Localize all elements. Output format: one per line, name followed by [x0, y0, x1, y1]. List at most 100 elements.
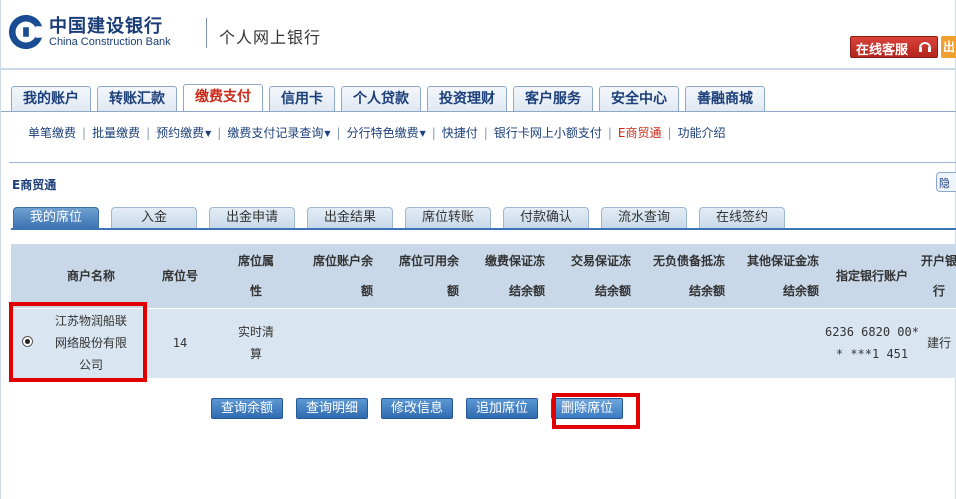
header-payment-margin-line2: 结余额	[508, 283, 545, 298]
subnav-branch-payment-label: 分行特色缴费	[346, 126, 419, 140]
seat-attr-line2: 算	[249, 347, 262, 362]
subnav-separator: |	[431, 125, 436, 140]
header-trade-margin-line2: 结余额	[594, 283, 631, 298]
seat-attr-cell: 实时清 算	[221, 308, 291, 378]
header-other-margin-line1: 其他保证金冻	[746, 253, 819, 268]
seat-no-cell: 14	[139, 308, 221, 378]
payment-margin-cell	[463, 308, 549, 378]
header-payment-margin-line1: 缴费保证冻	[484, 253, 545, 268]
tab-my-account[interactable]: 我的账户	[11, 86, 91, 112]
tab-investment[interactable]: 投资理财	[427, 86, 507, 112]
subnav-single-payment[interactable]: 单笔缴费	[28, 124, 76, 141]
table-header-row: 商户名称 席位号 席位属性 席位账户余额 席位可用余额 缴费保证冻 结余额 交易保…	[11, 244, 956, 309]
header-separator	[1, 68, 956, 70]
tab-transfer[interactable]: 转账汇款	[97, 86, 177, 112]
header-seat-attr: 席位属性	[221, 244, 291, 309]
caret-down-icon: ▼	[419, 129, 426, 138]
subnav-separator: |	[336, 125, 341, 140]
page: 中国建设银行 China Construction Bank 个人网上银行 在线…	[0, 0, 956, 499]
subtab-seat-transfer[interactable]: 席位转账	[405, 207, 491, 228]
subnav-branch-payment[interactable]: 分行特色缴费▼	[347, 124, 426, 141]
header-select	[11, 244, 43, 309]
caret-down-icon: ▼	[205, 129, 212, 138]
subtab-deposit[interactable]: 入金	[111, 207, 197, 228]
tab-shanrong-mall[interactable]: 善融商城	[685, 86, 765, 112]
header-open-bank: 开户银行	[921, 244, 956, 309]
subtab-withdraw-apply[interactable]: 出金申请	[209, 207, 295, 228]
tab-customer-service[interactable]: 客户服务	[513, 86, 593, 112]
query-balance-button[interactable]: 查询余额	[211, 398, 284, 419]
header-available-balance: 席位可用余额	[377, 244, 463, 309]
header-no-debt-margin: 无负债备抵冻结余额	[635, 244, 729, 309]
query-detail-button[interactable]: 查询明细	[296, 398, 369, 419]
subnav-separator: |	[667, 125, 672, 140]
sub-nav-separator	[9, 162, 956, 163]
subnav-payment-records-label: 缴费支付记录查询	[227, 126, 324, 140]
bank-account-line2: * ***1 451	[835, 347, 909, 362]
seat-attr-line1: 实时清	[237, 325, 274, 340]
seats-table: 商户名称 席位号 席位属性 席位账户余额 席位可用余额 缴费保证冻 结余额 交易保…	[11, 244, 956, 378]
seat-balance-cell	[291, 308, 377, 378]
caret-down-icon: ▼	[324, 129, 331, 138]
header-trade-margin-line1: 交易保证冻	[570, 253, 631, 268]
headset-icon	[919, 42, 931, 52]
header-seat-balance: 席位账户余额	[291, 244, 377, 309]
subnav-batch-payment[interactable]: 批量缴费	[92, 124, 140, 141]
row-highlight-box	[9, 302, 147, 382]
subtab-flow-query[interactable]: 流水查询	[601, 207, 687, 228]
header-seat-balance-line2: 额	[360, 283, 373, 298]
table-row[interactable]: 江苏物润船联 网络股份有限 公司 14 实时清 算 6236 6820 00* …	[11, 308, 956, 378]
subnav-scheduled-payment-label: 预约缴费	[156, 126, 205, 140]
add-seat-button[interactable]: 追加席位	[466, 398, 539, 419]
header-merchant: 商户名称	[43, 244, 139, 309]
open-bank-cell: 建行	[921, 308, 956, 378]
tab-security-center[interactable]: 安全中心	[599, 86, 679, 112]
main-nav: 我的账户 转账汇款 缴费支付 信用卡 个人贷款 投资理财 客户服务 安全中心 善…	[11, 84, 771, 112]
header-available-balance-line2: 额	[446, 283, 459, 298]
subnav-separator: |	[82, 125, 87, 140]
subnav-e-trade[interactable]: E商贸通	[618, 124, 662, 141]
bank-name-en: China Construction Bank	[49, 36, 171, 48]
side-hide-button[interactable]: 隐	[936, 172, 956, 192]
bank-account-cell: 6236 6820 00* * ***1 451	[823, 308, 921, 378]
header-other-margin-line2: 结余额	[782, 283, 819, 298]
online-service-label: 在线客服	[856, 43, 909, 58]
header-open-bank-line1: 开户银	[921, 253, 956, 268]
delete-highlight-box	[552, 393, 640, 429]
other-margin-cell	[729, 308, 823, 378]
sub-tabs: 我的席位 入金 出金申请 出金结果 席位转账 付款确认 流水查询 在线签约	[13, 207, 797, 229]
header-trade-margin: 交易保证冻结余额	[549, 244, 635, 309]
tab-payment[interactable]: 缴费支付	[183, 84, 263, 112]
main-nav-baseline	[1, 111, 956, 112]
subtab-my-seats[interactable]: 我的席位	[13, 207, 99, 228]
tab-credit-card[interactable]: 信用卡	[269, 86, 335, 112]
subnav-small-payment[interactable]: 银行卡网上小额支付	[494, 124, 602, 141]
tab-personal-loan[interactable]: 个人贷款	[341, 86, 421, 112]
subnav-separator: |	[483, 125, 488, 140]
bank-account-line1: 6236 6820 00*	[825, 325, 919, 340]
available-balance-cell	[377, 308, 463, 378]
header-divider	[206, 18, 207, 48]
subtab-online-signing[interactable]: 在线签约	[699, 207, 785, 228]
subnav-payment-records[interactable]: 缴费支付记录查询▼	[227, 124, 330, 141]
subtab-payment-confirm[interactable]: 付款确认	[503, 207, 589, 228]
subnav-separator: |	[217, 125, 222, 140]
header: 中国建设银行 China Construction Bank 个人网上银行 在线…	[1, 0, 956, 66]
online-service-button[interactable]: 在线客服	[850, 36, 938, 58]
header-open-bank-line2: 行	[932, 283, 945, 298]
subtab-withdraw-result[interactable]: 出金结果	[307, 207, 393, 228]
subnav-separator: |	[146, 125, 151, 140]
subnav-scheduled-payment[interactable]: 预约缴费▼	[156, 124, 211, 141]
subnav-separator: |	[607, 125, 612, 140]
header-no-debt-margin-line1: 无负债备抵冻	[652, 253, 725, 268]
logout-button[interactable]: 出	[941, 36, 956, 58]
header-no-debt-margin-line2: 结余额	[688, 283, 725, 298]
bank-name-cn: 中国建设银行	[49, 16, 163, 37]
subnav-intro[interactable]: 功能介绍	[678, 124, 726, 141]
subnav-quick-pay[interactable]: 快捷付	[442, 124, 478, 141]
header-seat-balance-line1: 席位账户余	[312, 253, 373, 268]
header-bank-account: 指定银行账户	[823, 244, 921, 309]
section-title: E商贸通	[12, 178, 57, 192]
modify-info-button[interactable]: 修改信息	[381, 398, 454, 419]
trade-margin-cell	[549, 308, 635, 378]
